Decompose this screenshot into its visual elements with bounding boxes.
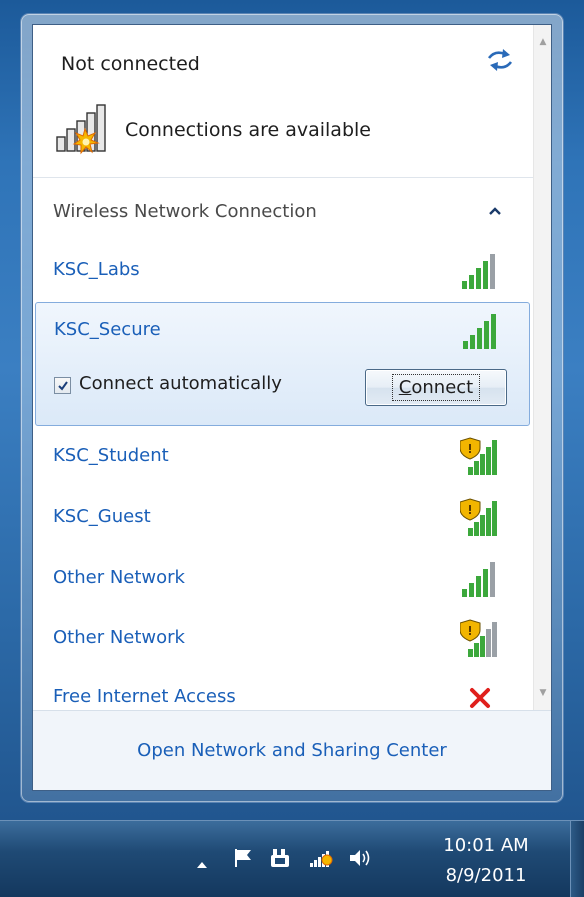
scroll-up-arrow-icon[interactable]: ▲	[534, 33, 552, 51]
network-item-ksc-guest[interactable]: KSC_Guest	[36, 490, 530, 546]
checkmark-icon	[57, 380, 68, 391]
network-item-other-network-1[interactable]: Other Network	[36, 551, 530, 607]
security-shield-icon	[460, 619, 497, 657]
connect-button[interactable]: Connect	[365, 369, 507, 406]
network-name: Other Network	[53, 627, 185, 648]
show-hidden-icons-chevron-icon[interactable]	[196, 854, 208, 876]
network-item-ksc-student[interactable]: KSC_Student	[36, 429, 530, 485]
network-flyout-panel: Not connected Connections are available …	[32, 24, 552, 791]
refresh-icon[interactable]	[485, 47, 515, 73]
divider	[33, 177, 533, 178]
wifi-signal-icon	[462, 562, 495, 597]
section-header-wireless[interactable]: Wireless Network Connection	[53, 201, 317, 222]
network-item-free-internet-access[interactable]: Free Internet Access	[36, 670, 530, 710]
connect-automatically-checkbox[interactable]	[54, 377, 71, 394]
red-x-icon	[470, 688, 490, 708]
clock-date[interactable]: 8/9/2011	[441, 865, 531, 886]
network-item-other-network-2[interactable]: Other Network	[36, 611, 530, 667]
network-item-ksc-labs[interactable]: KSC_Labs	[36, 243, 530, 299]
network-item-ksc-secure-selected[interactable]: KSC_Secure Connect automatically Connect	[35, 302, 530, 426]
network-list-content: Not connected Connections are available …	[33, 25, 533, 710]
connect-mnemonic: C	[398, 377, 412, 398]
power-plug-icon[interactable]	[270, 847, 292, 869]
action-center-flag-icon[interactable]	[232, 847, 254, 869]
network-name: Free Internet Access	[53, 686, 236, 707]
connect-label-rest: onnect	[411, 377, 474, 398]
network-available-icon	[56, 104, 106, 155]
security-shield-icon	[460, 437, 497, 475]
connect-button-label: Connect	[391, 374, 481, 401]
network-name: KSC_Guest	[53, 506, 151, 527]
volume-speaker-icon[interactable]	[348, 847, 374, 869]
open-network-sharing-center-link[interactable]: Open Network and Sharing Center	[137, 740, 447, 761]
network-name: KSC_Labs	[53, 259, 140, 280]
connections-available-text: Connections are available	[125, 119, 371, 141]
clock-time[interactable]: 10:01 AM	[441, 835, 531, 856]
wifi-signal-icon	[463, 314, 496, 349]
taskbar: 10:01 AM 8/9/2011	[0, 820, 584, 897]
scroll-down-arrow-icon[interactable]: ▼	[534, 684, 552, 702]
network-name: Other Network	[53, 567, 185, 588]
connect-automatically-label[interactable]: Connect automatically	[79, 373, 282, 394]
network-name: KSC_Secure	[54, 319, 161, 340]
show-desktop-button[interactable]	[570, 821, 584, 897]
network-tray-icon[interactable]	[308, 847, 336, 869]
network-name: KSC_Student	[53, 445, 169, 466]
flyout-footer: Open Network and Sharing Center	[33, 710, 551, 790]
wifi-signal-icon	[462, 254, 495, 289]
vertical-scrollbar[interactable]: ▲ ▼	[533, 25, 551, 710]
chevron-up-icon[interactable]	[485, 201, 505, 221]
security-shield-icon	[460, 498, 497, 536]
connection-status-title: Not connected	[61, 53, 200, 75]
